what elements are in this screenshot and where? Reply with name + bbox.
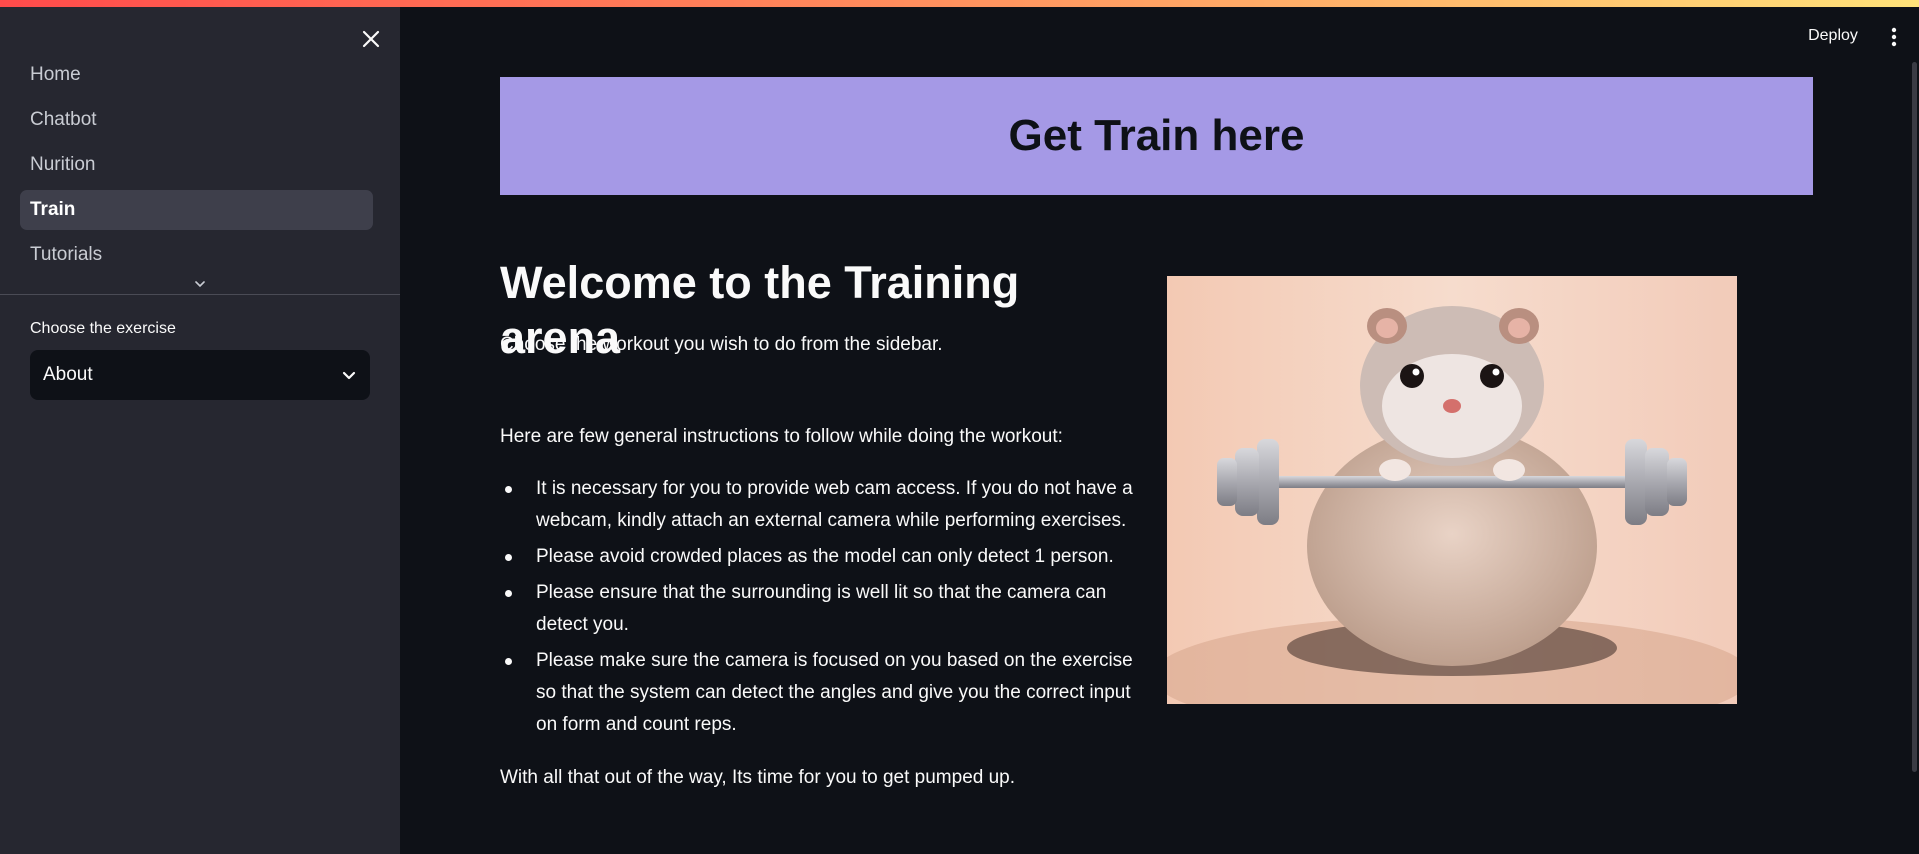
chevron-down-icon xyxy=(195,280,205,287)
title-banner: Get Train here xyxy=(500,77,1813,195)
sidebar-divider xyxy=(0,294,400,295)
close-sidebar-button[interactable] xyxy=(356,24,386,54)
exercise-select-label: Choose the exercise xyxy=(30,320,176,337)
sidebar-item-label: Tutorials xyxy=(30,244,103,265)
sidebar-item-tutorials[interactable]: Tutorials xyxy=(20,235,373,275)
list-item: It is necessary for you to provide web c… xyxy=(500,473,1140,537)
top-decoration-bar xyxy=(0,0,1919,7)
close-icon xyxy=(362,30,380,48)
sidebar-nav: Home Chatbot Nurition Train Tutorials xyxy=(20,55,373,280)
instructions-heading: Here are few general instructions to fol… xyxy=(500,426,1063,447)
sidebar: Home Chatbot Nurition Train Tutorials Ch… xyxy=(0,0,400,854)
sidebar-item-train[interactable]: Train xyxy=(20,190,373,230)
sidebar-item-nurition[interactable]: Nurition xyxy=(20,145,373,185)
exercise-select-value: About xyxy=(43,364,93,385)
list-item: Please make sure the camera is focused o… xyxy=(500,645,1140,741)
instructions-list: It is necessary for you to provide web c… xyxy=(500,473,1140,745)
list-item: Please avoid crowded places as the model… xyxy=(500,541,1140,573)
sidebar-item-home[interactable]: Home xyxy=(20,55,373,95)
expand-nav-button[interactable] xyxy=(192,278,208,290)
sidebar-item-label: Home xyxy=(30,64,81,85)
sidebar-item-label: Nurition xyxy=(30,154,96,175)
list-item: Please ensure that the surrounding is we… xyxy=(500,577,1140,641)
intro-text: Choose the workout you wish to do from t… xyxy=(500,334,943,355)
sidebar-item-chatbot[interactable]: Chatbot xyxy=(20,100,373,140)
chevron-down-icon xyxy=(342,371,356,379)
exercise-select[interactable]: About xyxy=(30,350,370,400)
page-scrollbar[interactable] xyxy=(1912,62,1917,772)
content-column: Welcome to the Training arena Choose the… xyxy=(500,255,1140,788)
hamster-lifting-image xyxy=(1167,276,1737,704)
main-menu-button[interactable] xyxy=(1884,22,1904,52)
sidebar-item-label: Train xyxy=(30,199,76,220)
closing-text: With all that out of the way, Its time f… xyxy=(500,767,1016,788)
sidebar-item-label: Chatbot xyxy=(30,109,97,130)
deploy-button[interactable]: Deploy xyxy=(1796,20,1870,52)
banner-title: Get Train here xyxy=(1008,111,1305,160)
more-vertical-icon xyxy=(1891,27,1897,47)
hamster-illustration xyxy=(1167,276,1737,704)
